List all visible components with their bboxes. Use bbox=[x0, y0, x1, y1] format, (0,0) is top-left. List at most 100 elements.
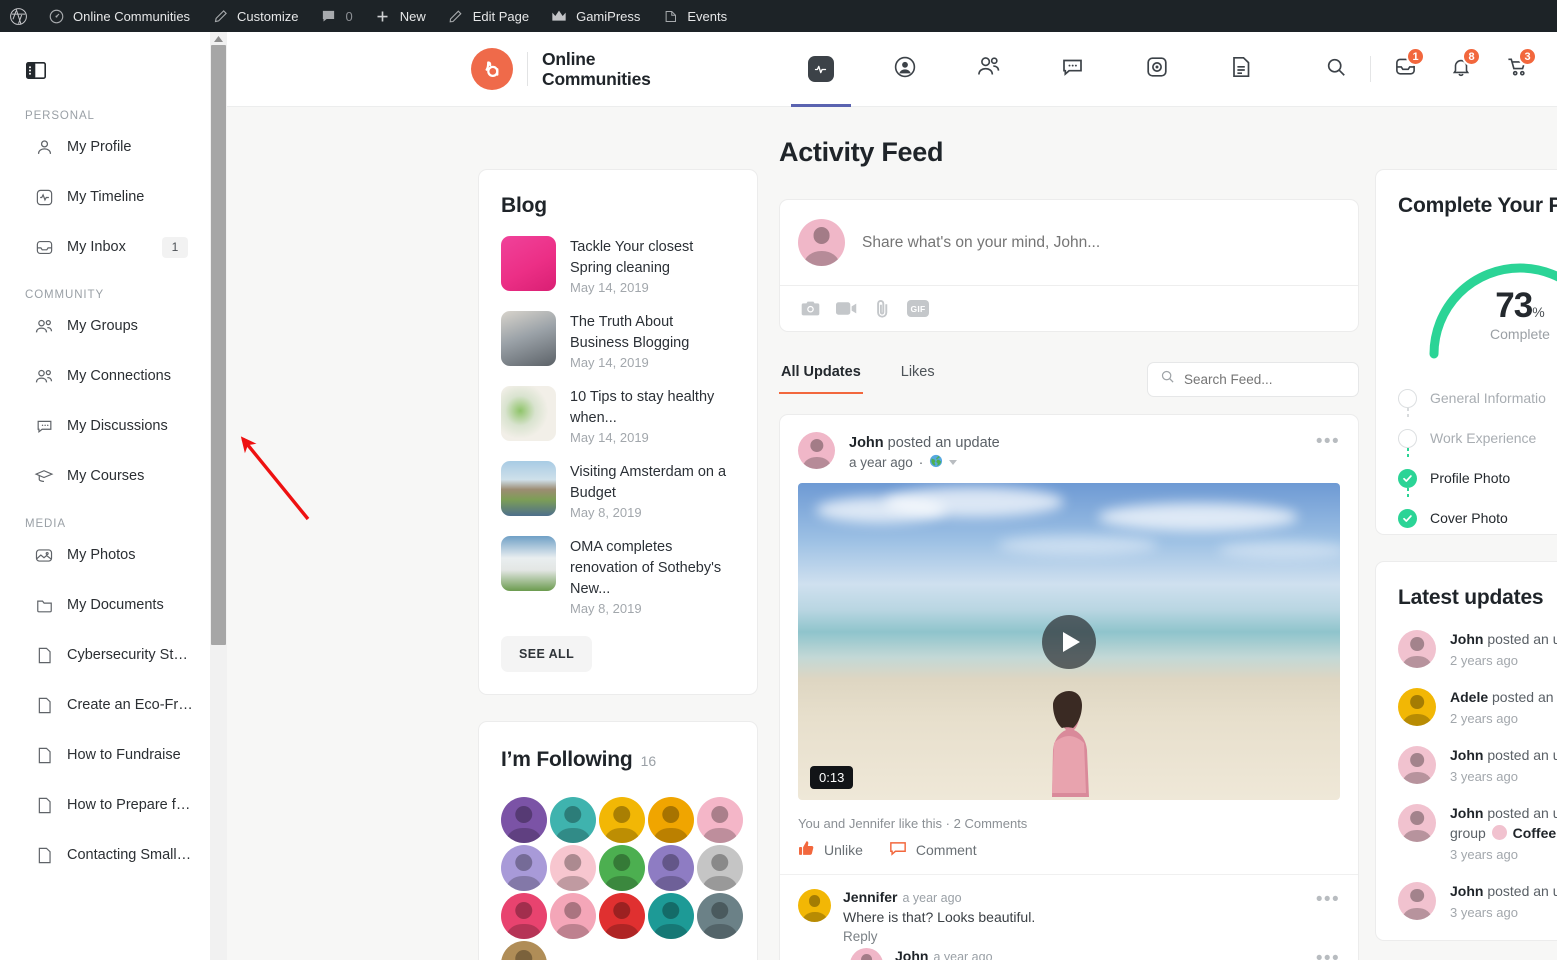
adminbar-wordpress-logo[interactable] bbox=[0, 0, 36, 32]
avatar[interactable] bbox=[798, 219, 845, 266]
step-work-experience[interactable]: Work Experience bbox=[1398, 418, 1557, 458]
scrollbar-thumb[interactable] bbox=[211, 45, 226, 645]
nav-item-documents[interactable] bbox=[1199, 32, 1283, 107]
comment-author[interactable]: John bbox=[895, 948, 928, 960]
sidebar-item-my-documents[interactable]: My Documents bbox=[0, 580, 210, 630]
avatar[interactable] bbox=[648, 845, 694, 892]
avatar[interactable] bbox=[648, 893, 694, 940]
nav-item-profile[interactable] bbox=[863, 32, 947, 107]
more-dots-icon[interactable]: ••• bbox=[1316, 949, 1340, 960]
blog-post-item[interactable]: 10 Tips to stay healthy when... May 14, … bbox=[501, 386, 735, 445]
avatar[interactable] bbox=[697, 797, 743, 844]
avatar[interactable] bbox=[599, 845, 645, 892]
inbox-button[interactable]: 1 bbox=[1377, 41, 1433, 97]
search-feed-input[interactable] bbox=[1184, 371, 1346, 387]
see-all-button[interactable]: SEE ALL bbox=[501, 636, 593, 673]
sidebar-item-doc-contacting[interactable]: Contacting Small B... bbox=[0, 830, 210, 880]
avatar[interactable] bbox=[501, 893, 547, 940]
step-profile-photo[interactable]: Profile Photo bbox=[1398, 458, 1557, 498]
update-group-name[interactable]: Coffee A bbox=[1513, 825, 1557, 841]
avatar[interactable] bbox=[1398, 688, 1436, 726]
step-general-information[interactable]: General Informatio bbox=[1398, 378, 1557, 418]
adminbar-gamipress[interactable]: GamiPress bbox=[539, 0, 650, 32]
post-video-thumbnail[interactable]: 0:13 bbox=[798, 483, 1340, 801]
avatar[interactable] bbox=[798, 432, 835, 469]
avatar[interactable] bbox=[1398, 804, 1436, 842]
sidebar-item-doc-eco-friendly[interactable]: Create an Eco-Frie... bbox=[0, 680, 210, 730]
update-item[interactable]: John posted an up 3 years ago bbox=[1398, 881, 1557, 920]
avatar[interactable] bbox=[697, 845, 743, 892]
update-item[interactable]: Adele posted an u 2 years ago bbox=[1398, 688, 1557, 726]
nav-item-photos[interactable] bbox=[1115, 32, 1199, 107]
avatar[interactable] bbox=[501, 797, 547, 844]
adminbar-customize[interactable]: Customize bbox=[200, 0, 308, 32]
sidebar-item-doc-cybersecurity[interactable]: Cybersecurity Stan... bbox=[0, 630, 210, 680]
sidebar-item-my-inbox[interactable]: My Inbox 1 bbox=[0, 222, 210, 272]
avatar[interactable] bbox=[850, 948, 883, 960]
avatar[interactable] bbox=[550, 845, 596, 892]
composer-input[interactable] bbox=[862, 233, 1340, 252]
adminbar-comments[interactable]: 0 bbox=[308, 0, 362, 32]
sidebar-item-my-groups[interactable]: My Groups bbox=[0, 301, 210, 351]
play-button[interactable] bbox=[1042, 614, 1096, 669]
step-cover-photo[interactable]: Cover Photo bbox=[1398, 498, 1557, 538]
sidebar-item-doc-fundraise[interactable]: How to Fundraise bbox=[0, 730, 210, 780]
tab-likes[interactable]: Likes bbox=[899, 364, 937, 394]
avatar[interactable] bbox=[550, 893, 596, 940]
blog-post-item[interactable]: OMA completes renovation of Sotheby's Ne… bbox=[501, 536, 735, 616]
tab-all-updates[interactable]: All Updates bbox=[779, 364, 863, 394]
avatar[interactable] bbox=[1398, 746, 1436, 784]
nav-item-activity[interactable] bbox=[779, 32, 863, 107]
avatar[interactable] bbox=[1398, 630, 1436, 668]
update-item[interactable]: John posted an up group Coffee A 3 years… bbox=[1398, 804, 1557, 862]
post-byline: John posted an update bbox=[849, 432, 1316, 454]
sidebar-toggle-icon[interactable] bbox=[25, 59, 47, 81]
avatar[interactable] bbox=[648, 797, 694, 844]
avatar[interactable] bbox=[501, 941, 547, 960]
avatar[interactable] bbox=[697, 893, 743, 940]
blog-post-item[interactable]: Tackle Your closest Spring cleaning May … bbox=[501, 236, 735, 295]
nav-item-members[interactable] bbox=[947, 32, 1031, 107]
unlike-button[interactable]: Unlike bbox=[798, 840, 863, 860]
avatar[interactable] bbox=[599, 893, 645, 940]
camera-icon[interactable] bbox=[801, 300, 820, 317]
blog-post-item[interactable]: Visiting Amsterdam on a Budget May 8, 20… bbox=[501, 461, 735, 520]
gif-icon[interactable]: GIF bbox=[907, 300, 929, 317]
feed-search[interactable] bbox=[1147, 361, 1359, 397]
cart-button[interactable]: 3 bbox=[1489, 41, 1545, 97]
avatar[interactable] bbox=[599, 797, 645, 844]
more-dots-icon[interactable]: ••• bbox=[1316, 432, 1340, 451]
avatar[interactable] bbox=[1398, 881, 1436, 920]
notifications-button[interactable]: 8 bbox=[1433, 41, 1489, 97]
scrollbar-up-arrow-icon[interactable] bbox=[210, 32, 227, 45]
avatar[interactable] bbox=[501, 845, 547, 892]
sidebar-item-my-timeline[interactable]: My Timeline bbox=[0, 172, 210, 222]
post-author[interactable]: John bbox=[849, 435, 884, 451]
update-item[interactable]: John posted an up 2 years ago bbox=[1398, 630, 1557, 668]
comment-reply-button[interactable]: Reply bbox=[843, 929, 1340, 944]
adminbar-edit-page[interactable]: Edit Page bbox=[436, 0, 539, 32]
adminbar-new[interactable]: New bbox=[363, 0, 436, 32]
paperclip-icon[interactable] bbox=[873, 299, 891, 318]
update-item[interactable]: John posted an up 3 years ago bbox=[1398, 746, 1557, 784]
sidebar-item-doc-prepare[interactable]: How to Prepare for... bbox=[0, 780, 210, 830]
sidebar-item-my-profile[interactable]: My Profile bbox=[0, 122, 210, 172]
chevron-down-icon[interactable] bbox=[949, 460, 958, 466]
browser-scrollbar[interactable] bbox=[210, 32, 227, 960]
comment-author[interactable]: Jennifer bbox=[843, 889, 897, 905]
more-dots-icon[interactable]: ••• bbox=[1316, 890, 1340, 909]
search-button[interactable] bbox=[1308, 41, 1364, 97]
brand[interactable]: Online Communities bbox=[471, 48, 651, 90]
avatar[interactable] bbox=[550, 797, 596, 844]
sidebar-item-my-discussions[interactable]: My Discussions bbox=[0, 401, 210, 451]
nav-item-messages[interactable] bbox=[1031, 32, 1115, 107]
comment-button[interactable]: Comment bbox=[889, 840, 977, 860]
sidebar-item-my-connections[interactable]: My Connections bbox=[0, 351, 210, 401]
adminbar-events[interactable]: Events bbox=[650, 0, 737, 32]
blog-post-item[interactable]: The Truth About Business Blogging May 14… bbox=[501, 311, 735, 370]
adminbar-site-name[interactable]: Online Communities bbox=[36, 0, 200, 32]
avatar[interactable] bbox=[798, 889, 831, 923]
sidebar-item-my-photos[interactable]: My Photos bbox=[0, 530, 210, 580]
video-icon[interactable] bbox=[836, 301, 857, 316]
sidebar-item-my-courses[interactable]: My Courses bbox=[0, 451, 210, 501]
